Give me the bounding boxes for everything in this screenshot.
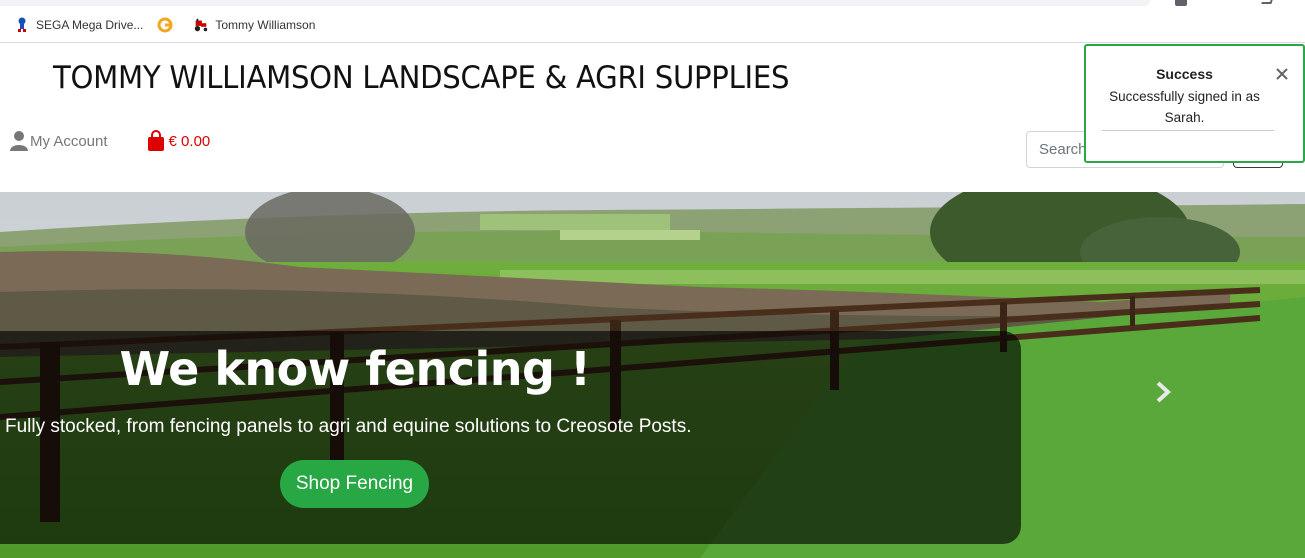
user-icon — [10, 131, 28, 151]
bookmark-sega[interactable]: SEGA Mega Drive... — [14, 17, 143, 33]
shopping-bag-icon — [147, 130, 164, 151]
close-icon[interactable] — [1274, 66, 1290, 82]
my-account-link[interactable]: My Account — [9, 130, 108, 152]
site-title[interactable]: TOMMY WILLIAMSON LANDSCAPE & AGRI SUPPLI… — [53, 60, 789, 96]
bookmark-tommy-williamson[interactable]: Tommy Williamson — [193, 17, 315, 33]
bookmark-label: SEGA Mega Drive... — [36, 18, 144, 32]
toast-title: Success — [1156, 66, 1213, 82]
shop-fencing-button[interactable]: Shop Fencing — [280, 460, 429, 508]
cart-link[interactable]: € 0.00 — [146, 130, 211, 152]
bookmarks-bar: SEGA Mega Drive... Tommy Williamson — [0, 8, 1305, 43]
browser-top-strip — [0, 0, 1305, 8]
browser-menu-icon[interactable] — [1261, 0, 1273, 4]
hero-headline: We know fencing ! — [119, 342, 591, 396]
address-bar[interactable] — [0, 0, 1150, 6]
toast-divider — [1102, 130, 1274, 131]
my-account-label: My Account — [30, 132, 108, 150]
toast-message: Successfully signed in as Sarah. — [1109, 89, 1260, 125]
hero-carousel: We know fencing ! Fully stocked, from fe… — [0, 192, 1305, 558]
carousel-next-icon[interactable] — [1152, 380, 1174, 404]
success-toast: Success Successfully signed in as Sarah. — [1084, 44, 1305, 163]
grammarly-icon — [157, 17, 173, 33]
cart-total: € 0.00 — [168, 132, 211, 150]
extension-icon[interactable] — [1175, 0, 1187, 6]
account-nav: My Account € 0.00 — [9, 130, 210, 152]
bookmark-label: Tommy Williamson — [215, 18, 316, 32]
tractor-icon — [193, 17, 209, 33]
hero-subline: Fully stocked, from fencing panels to ag… — [5, 416, 692, 437]
bookmark-grammarly[interactable] — [157, 17, 179, 33]
sega-icon — [14, 17, 30, 33]
